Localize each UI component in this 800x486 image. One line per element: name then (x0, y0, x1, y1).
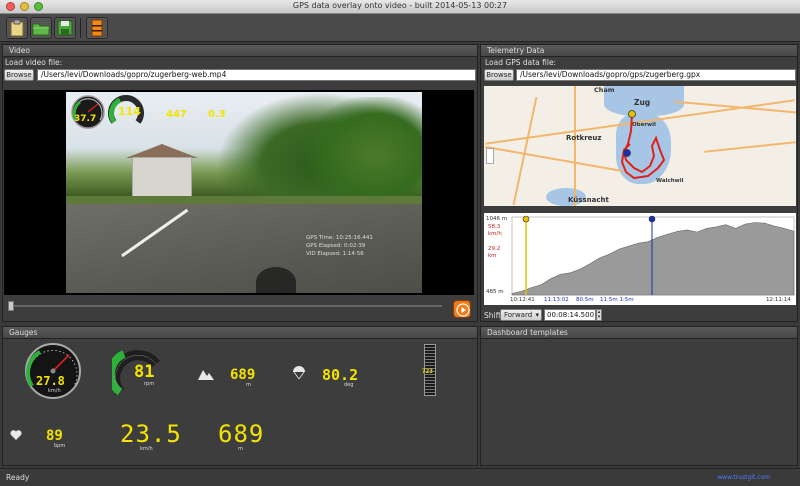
overlay-altitude-value: 447 (166, 109, 187, 120)
location-pin-icon (193, 109, 201, 120)
cadence-dial-value: 81 (134, 362, 155, 382)
gauges-panel-title: Gauges (3, 327, 477, 339)
heart-rate-unit: bpm (54, 443, 66, 449)
route-map[interactable]: Cham Zug Rotkreuz Küssnacht Oberwil Walc… (484, 86, 796, 206)
cadence-dial-unit: rpm (144, 381, 155, 387)
play-button[interactable] (453, 300, 471, 318)
map-zoom-control[interactable] (486, 148, 494, 164)
distance-readout: 29.2 (488, 246, 501, 252)
elevation-max: 1046 m (486, 216, 508, 222)
mountain-icon (198, 370, 214, 380)
heart-rate-value: 89 (46, 428, 63, 444)
speed-dial-unit: km/h (48, 388, 61, 394)
title-bar: GPS data overlay onto video - built 2014… (0, 0, 800, 14)
shift-label: Shift (484, 311, 502, 320)
overlay-heading-value: 0.3 (208, 109, 226, 120)
clipboard-button[interactable] (6, 17, 28, 39)
mountain-icon (152, 112, 164, 120)
shift-time-field[interactable]: 00:08:14.500 (544, 309, 596, 321)
overlay-speed-dial (71, 95, 105, 129)
folder-open-icon (32, 23, 50, 36)
altitude-unit: m (246, 382, 251, 388)
dashboard-templates-title: Dashboard templates (481, 327, 797, 339)
shift-direction-value: Forward (504, 311, 533, 319)
map-start-marker (628, 110, 636, 118)
window-title: GPS data overlay onto video - built 2014… (292, 1, 508, 10)
parachute-icon (293, 366, 305, 380)
elevation-min: 485 m (486, 289, 504, 295)
time-end: 12:11:14 (766, 297, 791, 303)
overlay-info-line-3: VID Elapsed: 1:14:56 (306, 251, 364, 257)
render-video-button[interactable] (86, 17, 108, 39)
time-cursor-2: 11:5m 1:5m (600, 297, 634, 303)
map-cursor-marker (623, 149, 631, 157)
gps-track (620, 110, 666, 180)
distance-cursor: 80.5m (576, 297, 594, 303)
save-button[interactable] (54, 17, 76, 39)
video-panel-title: Video (3, 45, 477, 57)
status-text: Ready (6, 473, 30, 482)
video-player[interactable]: 37.7 114 447 0.3 GPS Time: 10:25:16.441 … (4, 90, 474, 295)
chevron-down-icon: ▾ (535, 311, 539, 319)
toolbar (0, 14, 800, 42)
video-scrubber[interactable] (4, 300, 444, 312)
toolbar-separator (80, 18, 81, 38)
heart-icon (10, 430, 22, 440)
digital-speed-unit: km/h (140, 446, 153, 452)
shift-time-stepper[interactable]: ▴ ▾ (596, 309, 602, 321)
distance-unit: km (488, 253, 497, 259)
browse-gps-button[interactable]: Browse (484, 69, 514, 81)
vertical-level-value: 723 (422, 368, 433, 375)
film-icon (91, 19, 103, 37)
elevation-chart (511, 215, 795, 296)
digital-speed-value: 23.5 (120, 420, 182, 448)
status-bar: Ready www.trustgit.com (0, 468, 800, 486)
speed-readout: 58.3 (488, 224, 501, 230)
overlay-info-line-2: GPS Elapsed: 0:02:39 (306, 243, 366, 249)
gps-path-field[interactable]: /Users/levi/Downloads/gopro/gps/zugerber… (516, 69, 796, 81)
heading-unit: deg (344, 382, 354, 388)
dashboard-templates-panel: Dashboard templates (480, 326, 798, 466)
road-in-video (66, 204, 422, 293)
overlay-info-line-1: GPS Time: 10:25:16.441 (306, 235, 373, 241)
overlay-cadence-value: 114 (118, 105, 141, 118)
gauges-area: 27.8 km/h 81 rpm 689 m 80.2 deg 723 89 b… (2, 340, 476, 464)
load-gps-label: Load GPS data file: (485, 58, 557, 67)
shift-direction-select[interactable]: Forward ▾ (500, 309, 542, 321)
save-icon (57, 20, 73, 36)
video-path-field[interactable]: /Users/levi/Downloads/gopro/zugerberg-we… (37, 69, 476, 81)
play-icon (456, 303, 470, 317)
house-in-video (132, 157, 192, 199)
video-frame: 37.7 114 447 0.3 GPS Time: 10:25:16.441 … (66, 92, 422, 293)
telemetry-panel-title: Telemetry Data (481, 45, 797, 57)
digital-altitude-unit: m (238, 446, 243, 452)
altitude-value: 689 (230, 367, 256, 383)
clipboard-icon (10, 19, 24, 37)
open-folder-button[interactable] (30, 17, 52, 39)
speed-unit: km/h (488, 231, 502, 237)
browse-video-button[interactable]: Browse (4, 69, 34, 81)
time-start: 10:12:41 (510, 297, 535, 303)
time-cursor: 11:13:02 (544, 297, 569, 303)
digital-altitude-value: 689 (218, 420, 265, 448)
elevation-profile[interactable]: 1046 m 58.3 km/h 29.2 km 485 m 10:12:41 … (484, 213, 796, 305)
load-video-label: Load video file: (5, 58, 63, 67)
scrubber-handle[interactable] (8, 301, 14, 311)
website-link[interactable]: www.trustgit.com (717, 474, 770, 481)
speed-dial-value: 27.8 (36, 374, 65, 388)
overlay-speed-value: 37.7 (74, 114, 97, 124)
scrubber-track[interactable] (10, 305, 442, 307)
